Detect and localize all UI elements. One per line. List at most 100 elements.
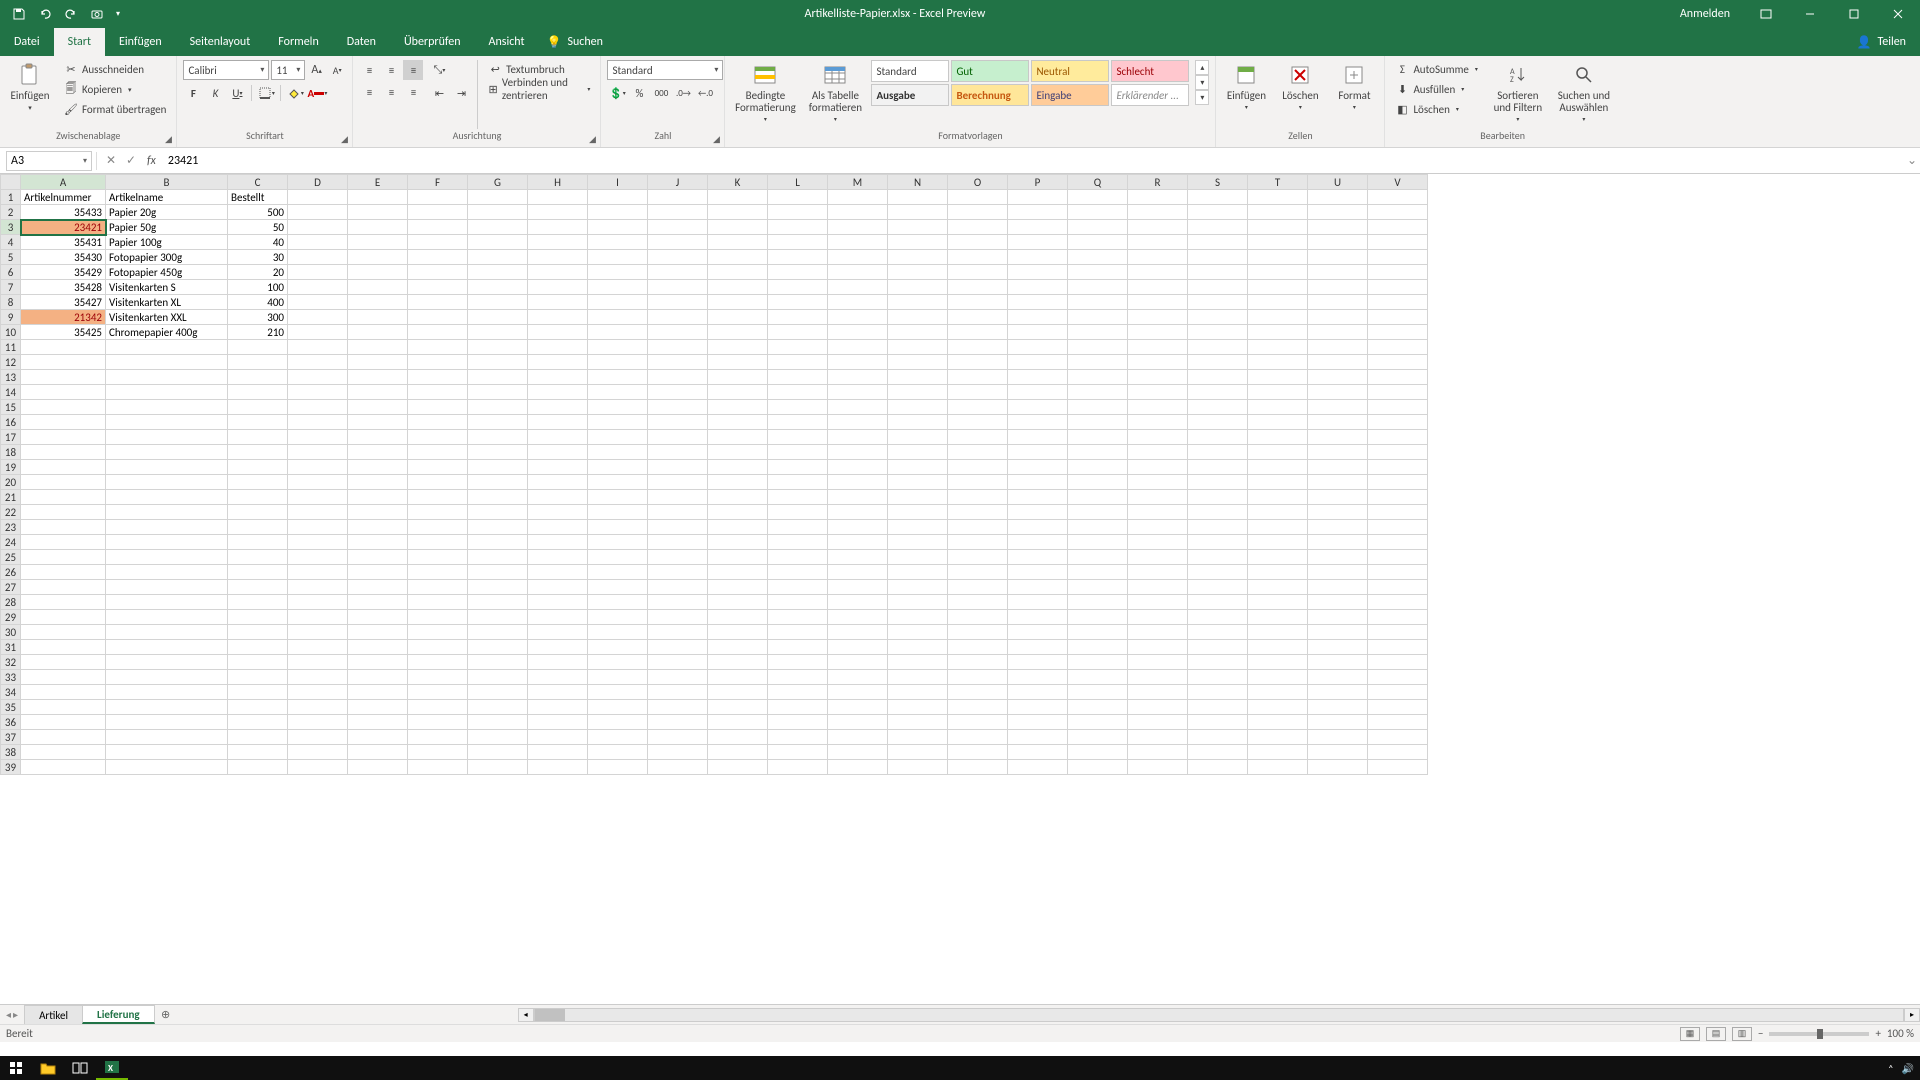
cell[interactable] (106, 355, 228, 370)
cell[interactable] (1008, 295, 1068, 310)
cell[interactable]: 21342 (21, 310, 106, 325)
cell[interactable] (1308, 310, 1368, 325)
cell[interactable] (588, 250, 648, 265)
style-standard[interactable]: Standard (871, 60, 949, 82)
cell[interactable] (288, 490, 348, 505)
cell[interactable] (408, 295, 468, 310)
cell[interactable] (408, 265, 468, 280)
cell[interactable] (888, 355, 948, 370)
cell[interactable] (1008, 355, 1068, 370)
cell[interactable] (828, 250, 888, 265)
cell[interactable] (348, 445, 408, 460)
cell[interactable] (648, 310, 708, 325)
cell[interactable] (948, 325, 1008, 340)
cell[interactable] (228, 520, 288, 535)
clipboard-launcher-icon[interactable]: ◢ (162, 133, 174, 145)
cell[interactable] (1188, 235, 1248, 250)
cell[interactable] (828, 220, 888, 235)
cell[interactable] (528, 220, 588, 235)
cell[interactable] (228, 445, 288, 460)
cell[interactable] (1368, 580, 1428, 595)
cell[interactable] (588, 700, 648, 715)
cell[interactable] (1368, 265, 1428, 280)
font-size-combo[interactable]: 11▾ (271, 60, 305, 80)
cell[interactable] (1308, 505, 1368, 520)
cell[interactable] (828, 625, 888, 640)
cell[interactable] (1068, 730, 1128, 745)
cell[interactable] (1308, 295, 1368, 310)
cell[interactable] (1068, 220, 1128, 235)
cell[interactable] (708, 565, 768, 580)
cell[interactable] (528, 325, 588, 340)
save-icon[interactable] (8, 3, 30, 25)
cell[interactable] (768, 520, 828, 535)
cell[interactable] (1308, 430, 1368, 445)
cell[interactable] (588, 520, 648, 535)
cell[interactable] (1308, 550, 1368, 565)
style-ausgabe[interactable]: Ausgabe (871, 84, 949, 106)
cell[interactable] (1008, 370, 1068, 385)
cell[interactable] (768, 460, 828, 475)
cell[interactable] (408, 625, 468, 640)
cell[interactable] (228, 760, 288, 775)
cell[interactable] (288, 475, 348, 490)
cell[interactable] (1248, 340, 1308, 355)
row-header[interactable]: 8 (1, 295, 21, 310)
cell[interactable] (708, 730, 768, 745)
row-header[interactable]: 17 (1, 430, 21, 445)
cell[interactable] (106, 415, 228, 430)
cell[interactable] (228, 505, 288, 520)
cell[interactable] (1308, 640, 1368, 655)
cell[interactable] (948, 520, 1008, 535)
cell[interactable] (708, 580, 768, 595)
undo-icon[interactable] (34, 3, 56, 25)
cell[interactable] (408, 400, 468, 415)
cell[interactable] (1248, 760, 1308, 775)
cell[interactable] (1248, 550, 1308, 565)
cell[interactable] (21, 370, 106, 385)
cell[interactable] (1308, 400, 1368, 415)
cell[interactable] (1368, 445, 1428, 460)
cell[interactable] (1248, 490, 1308, 505)
cell[interactable] (288, 325, 348, 340)
cell[interactable] (948, 475, 1008, 490)
cell[interactable] (708, 250, 768, 265)
tab-einfuegen[interactable]: Einfügen (105, 28, 176, 56)
cell[interactable] (1008, 205, 1068, 220)
cell[interactable] (348, 280, 408, 295)
cell[interactable] (948, 730, 1008, 745)
cell[interactable] (708, 280, 768, 295)
cell[interactable] (408, 535, 468, 550)
row-header[interactable]: 22 (1, 505, 21, 520)
cell[interactable] (408, 415, 468, 430)
cell[interactable] (1188, 715, 1248, 730)
cell[interactable] (768, 355, 828, 370)
cell[interactable] (408, 220, 468, 235)
cell[interactable] (348, 550, 408, 565)
cell[interactable] (948, 610, 1008, 625)
row-header[interactable]: 6 (1, 265, 21, 280)
cell[interactable] (648, 295, 708, 310)
column-header[interactable]: O (948, 175, 1008, 190)
cell[interactable] (1248, 385, 1308, 400)
cell[interactable] (468, 730, 528, 745)
style-erklaerender[interactable]: Erklärender ... (1111, 84, 1189, 106)
cell[interactable] (1008, 415, 1068, 430)
cell[interactable] (888, 295, 948, 310)
alignment-launcher-icon[interactable]: ◢ (586, 133, 598, 145)
cell[interactable] (348, 220, 408, 235)
cell[interactable] (768, 490, 828, 505)
cell[interactable] (768, 280, 828, 295)
cell[interactable] (528, 205, 588, 220)
cell[interactable] (1008, 565, 1068, 580)
cell[interactable] (21, 505, 106, 520)
cell[interactable] (1068, 250, 1128, 265)
align-bottom-icon[interactable]: ≡ (403, 60, 423, 80)
cell[interactable] (1308, 475, 1368, 490)
cell[interactable] (588, 385, 648, 400)
cell[interactable] (528, 700, 588, 715)
cell[interactable] (1188, 685, 1248, 700)
cell[interactable] (348, 475, 408, 490)
column-header[interactable]: R (1128, 175, 1188, 190)
cell[interactable] (1248, 190, 1308, 205)
